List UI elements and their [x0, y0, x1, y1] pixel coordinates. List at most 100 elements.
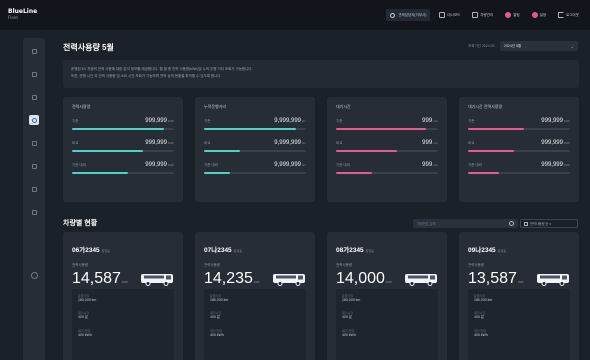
nav-logout[interactable]: 로그아웃: [555, 9, 582, 21]
section-title: 차량별 현황: [63, 220, 98, 227]
user-menu[interactable]: 관제담당자(이부서): [386, 9, 431, 21]
sidebar-item-charge[interactable]: [29, 138, 39, 148]
stat-value: 999,999kWh: [541, 162, 570, 168]
app-subtitle: Fleet: [8, 15, 18, 20]
nav-label: 설정: [539, 12, 547, 17]
vehicle-card[interactable]: 06가2345 운행중 전력사용량 14,587kWh 운행거리 180,000 …: [63, 232, 183, 360]
stat-label: 비교: [468, 141, 475, 145]
stat-bar-fill: [468, 150, 514, 152]
notice-line: 운행된 EV 차종의 전력 사용에 대한 분석 정보를 제공합니다. 월 별 총…: [71, 67, 253, 71]
detail-value: 180,000 km: [78, 298, 97, 302]
user-icon: [30, 271, 38, 279]
dashboard-icon: [439, 12, 446, 18]
monitor-icon: [31, 71, 37, 77]
nav-settings[interactable]: 설정: [529, 9, 549, 21]
vehicle-card[interactable]: 09나2345 운행중 전력사용량 13,587kWh 운행거리 180,000 …: [459, 232, 579, 360]
stat-bar: [468, 172, 570, 174]
search-icon[interactable]: [509, 221, 514, 226]
stat-bar: [336, 172, 438, 174]
stat-label: 기준: [72, 119, 79, 123]
stat-label: 기준: [336, 119, 343, 123]
top-nav: 관제담당자(이부서) 대시보드 차량관리 알림 설정 로그아웃: [386, 9, 582, 21]
stat-bar-fill: [336, 172, 372, 174]
stat-label: 기준 대비: [468, 163, 482, 167]
sidebar-item-monitor[interactable]: [29, 69, 39, 79]
user-label: 관제담당자(이부서): [398, 12, 427, 17]
bus-icon: [141, 274, 173, 286]
vehicle-card[interactable]: 08가2345 운행중 전력사용량 14,000kWh 운행거리 180,000 …: [327, 232, 447, 360]
stat-bar-fill: [204, 128, 296, 130]
detail-value: 400 분: [474, 315, 485, 319]
sidebar-item-settings[interactable]: [29, 207, 39, 217]
sort-filter[interactable]: 전력사용량 순 ▾: [520, 219, 578, 228]
stat-value: 999min: [422, 118, 438, 124]
stat-row: 기준 9,999,999km: [204, 118, 306, 140]
sidebar-item-home[interactable]: [29, 46, 39, 56]
vehicle-card[interactable]: 07나2345 운행중 전력사용량 14,235kWh 운행거리 180,000 …: [195, 232, 315, 360]
stat-row: 기준 999,999kWh: [72, 118, 174, 140]
bus-icon: [31, 94, 37, 100]
charger-icon: [31, 140, 37, 146]
sidebar-item-vehicle[interactable]: [29, 92, 39, 102]
stat-row: 비교 999,999kWh: [72, 140, 174, 162]
sidebar-item-report[interactable]: [29, 161, 39, 171]
stat-bar-fill: [72, 128, 164, 130]
vehicle-status: 운행중: [101, 249, 110, 253]
top-bar: BlueLine Fleet 관제담당자(이부서) 대시보드 차량관리 알림 설…: [0, 0, 590, 30]
vehicle-status: 운행중: [233, 249, 242, 253]
vehicle-metric-label: 전력사용량: [468, 263, 485, 267]
stat-card-idle-time: 대기시간 기준 999min 비교 999min 기준 대비 999min: [327, 97, 447, 202]
nav-label: 알림: [513, 12, 520, 17]
sidebar-item-power[interactable]: [29, 115, 39, 125]
power-gauge-icon: [31, 117, 37, 123]
stat-value: 9,999,999km: [274, 118, 306, 124]
stat-bar: [204, 128, 306, 130]
period-select[interactable]: 2024년 5월 ⌄: [500, 41, 578, 51]
stat-row: 비교 999,999kWh: [468, 140, 570, 162]
vehicle-search-input[interactable]: 차량번호 검색: [413, 219, 518, 228]
stat-value: 999,999kWh: [145, 140, 174, 146]
nav-vehicles[interactable]: 차량관리: [469, 9, 496, 21]
stat-bar: [468, 128, 570, 130]
filter-label: 전력사용량 순 ▾: [530, 222, 551, 226]
vehicle-metric-value: 14,235kWh: [204, 270, 306, 288]
stat-bar: [336, 150, 438, 152]
nav-alerts[interactable]: 알림: [502, 9, 522, 21]
stat-row: 비교 999min: [336, 140, 438, 162]
nav-label: 차량관리: [480, 12, 494, 17]
stat-value: 999,999kWh: [145, 162, 174, 168]
vehicle-status: 운행중: [365, 249, 374, 253]
user-icon: [390, 12, 396, 18]
detail-value: 400 분: [78, 315, 89, 319]
stat-bar-fill: [204, 150, 240, 152]
nav-dashboard[interactable]: 대시보드: [436, 9, 463, 21]
notice-line: 또한, 운행 시간 외 전력 사용량 및 소요 시간 조회가 가능하며 전력 상…: [71, 74, 222, 78]
stat-row: 기준 대비 999,999kWh: [72, 162, 174, 184]
stat-row: 비교 9,999,999km: [204, 140, 306, 162]
stat-bar-fill: [336, 128, 426, 130]
bus-icon: [405, 274, 437, 286]
vehicle-metric-value: 13,587kWh: [468, 270, 570, 288]
stat-label: 비교: [72, 141, 79, 145]
stat-value: 999,999kWh: [145, 118, 174, 124]
stat-label: 비교: [336, 141, 343, 145]
stat-bar: [336, 128, 438, 130]
nav-label: 로그아웃: [566, 12, 579, 17]
page-title: 전력사용량 5월: [63, 43, 114, 52]
sidebar-item-list[interactable]: [29, 184, 39, 194]
stat-bar: [72, 172, 174, 174]
period-label: 조회기간 2024.05: [468, 44, 495, 48]
stat-row: 기준 999,999kWh: [468, 118, 570, 140]
stat-bar-fill: [468, 172, 499, 174]
stat-title: 대기시간: [336, 104, 351, 109]
stat-value: 9,999,999km: [274, 140, 306, 146]
app-logo[interactable]: BlueLine Fleet: [8, 9, 37, 21]
detail-value: 180,000 km: [210, 298, 229, 302]
stat-row: 기준 대비 9,999,999km: [204, 162, 306, 184]
vehicle-status: 운행중: [497, 249, 506, 253]
stat-bar-fill: [72, 150, 144, 152]
bus-icon: [273, 274, 305, 286]
detail-value: 400 kWh: [78, 333, 92, 337]
sidebar-item-account[interactable]: [29, 270, 39, 280]
stat-bar: [72, 128, 174, 130]
